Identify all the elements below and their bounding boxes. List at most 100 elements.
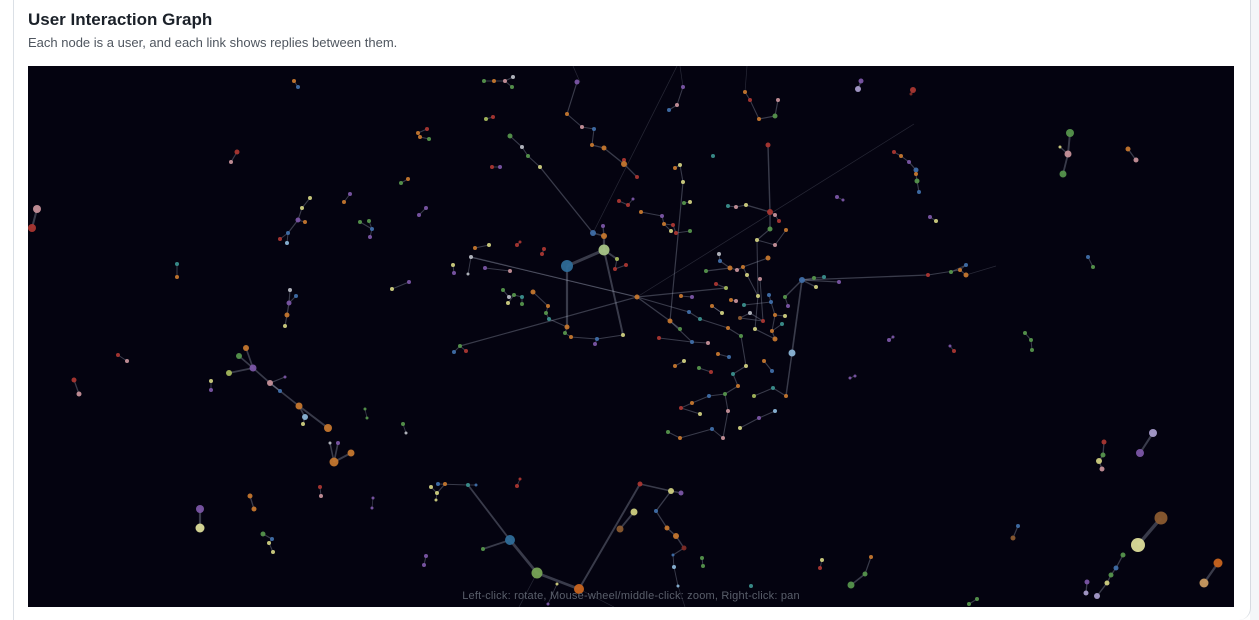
- graph-node[interactable]: [1101, 439, 1107, 445]
- graph-node[interactable]: [773, 409, 777, 413]
- graph-node[interactable]: [752, 394, 756, 398]
- graph-node[interactable]: [267, 541, 271, 545]
- graph-node[interactable]: [669, 229, 673, 233]
- graph-node[interactable]: [508, 269, 512, 273]
- graph-node[interactable]: [71, 377, 77, 383]
- graph-node[interactable]: [667, 318, 673, 324]
- graph-node[interactable]: [753, 327, 757, 331]
- graph-node[interactable]: [319, 494, 323, 498]
- graph-node[interactable]: [498, 165, 502, 169]
- graph-node[interactable]: [300, 206, 304, 210]
- graph-node[interactable]: [247, 493, 253, 499]
- graph-node[interactable]: [853, 374, 857, 378]
- graph-node[interactable]: [862, 571, 868, 577]
- graph-node[interactable]: [288, 288, 292, 292]
- graph-node[interactable]: [963, 272, 969, 278]
- graph-node[interactable]: [744, 364, 748, 368]
- graph-node[interactable]: [812, 276, 816, 280]
- graph-node[interactable]: [914, 178, 920, 184]
- graph-node[interactable]: [734, 299, 738, 303]
- graph-node[interactable]: [780, 322, 784, 326]
- graph-canvas[interactable]: [28, 66, 1234, 607]
- graph-node[interactable]: [1099, 466, 1105, 472]
- graph-node[interactable]: [267, 380, 273, 386]
- graph-node[interactable]: [720, 311, 724, 315]
- graph-node[interactable]: [626, 203, 630, 207]
- graph-node[interactable]: [424, 206, 428, 210]
- graph-node[interactable]: [464, 349, 468, 353]
- graph-node[interactable]: [765, 255, 771, 261]
- graph-node[interactable]: [664, 525, 670, 531]
- graph-node[interactable]: [892, 150, 896, 154]
- graph-node[interactable]: [767, 226, 773, 232]
- graph-node[interactable]: [492, 79, 496, 83]
- graph-node[interactable]: [435, 491, 439, 495]
- graph-node[interactable]: [358, 220, 362, 224]
- graph-node[interactable]: [404, 431, 408, 435]
- graph-node[interactable]: [687, 310, 691, 314]
- graph-node[interactable]: [371, 496, 375, 500]
- graph-node[interactable]: [451, 263, 455, 267]
- graph-node[interactable]: [907, 160, 911, 164]
- graph-node[interactable]: [891, 335, 895, 339]
- graph-node[interactable]: [302, 414, 308, 420]
- graph-node[interactable]: [678, 163, 682, 167]
- graph-node[interactable]: [565, 112, 569, 116]
- graph-node[interactable]: [466, 272, 470, 276]
- graph-node[interactable]: [328, 441, 332, 445]
- graph-node[interactable]: [701, 564, 705, 568]
- graph-node[interactable]: [762, 359, 766, 363]
- graph-node[interactable]: [538, 165, 542, 169]
- graph-node[interactable]: [767, 293, 771, 297]
- graph-node[interactable]: [738, 316, 742, 320]
- graph-node[interactable]: [887, 338, 891, 342]
- graph-node[interactable]: [515, 484, 519, 488]
- graph-node[interactable]: [682, 201, 686, 205]
- graph-node[interactable]: [301, 422, 305, 426]
- graph-node[interactable]: [667, 108, 671, 112]
- graph-node[interactable]: [928, 215, 932, 219]
- graph-node[interactable]: [1086, 255, 1090, 259]
- graph-node[interactable]: [574, 79, 580, 85]
- graph-node[interactable]: [1120, 552, 1126, 558]
- graph-node[interactable]: [704, 269, 708, 273]
- graph-node[interactable]: [303, 220, 307, 224]
- graph-node[interactable]: [292, 79, 296, 83]
- graph-node[interactable]: [630, 508, 638, 516]
- graph-node[interactable]: [518, 477, 522, 481]
- graph-node[interactable]: [681, 545, 687, 551]
- graph-node[interactable]: [416, 131, 420, 135]
- graph-node[interactable]: [617, 199, 621, 203]
- graph-node[interactable]: [788, 349, 796, 357]
- graph-node[interactable]: [452, 350, 456, 354]
- graph-node[interactable]: [347, 449, 355, 457]
- graph-node[interactable]: [285, 241, 289, 245]
- graph-node[interactable]: [744, 203, 748, 207]
- graph-node[interactable]: [484, 117, 488, 121]
- graph-node[interactable]: [756, 294, 760, 298]
- graph-node[interactable]: [681, 180, 685, 184]
- graph-node[interactable]: [424, 554, 428, 558]
- graph-node[interactable]: [742, 303, 746, 307]
- graph-node[interactable]: [520, 145, 524, 149]
- graph-node[interactable]: [195, 523, 205, 533]
- graph-node[interactable]: [621, 161, 627, 167]
- graph-node[interactable]: [709, 370, 713, 374]
- graph-node[interactable]: [799, 277, 805, 283]
- graph-node[interactable]: [33, 205, 41, 213]
- graph-node[interactable]: [243, 345, 249, 351]
- graph-node[interactable]: [370, 227, 374, 231]
- graph-node[interactable]: [515, 243, 519, 247]
- graph-node[interactable]: [949, 270, 953, 274]
- graph-node[interactable]: [1083, 590, 1089, 596]
- graph-node[interactable]: [654, 509, 658, 513]
- graph-node[interactable]: [530, 289, 536, 295]
- graph-node[interactable]: [507, 133, 513, 139]
- graph-node[interactable]: [714, 282, 718, 286]
- graph-node[interactable]: [295, 217, 301, 223]
- graph-node[interactable]: [526, 154, 530, 158]
- graph-node[interactable]: [909, 92, 913, 96]
- graph-node[interactable]: [616, 525, 624, 533]
- graph-node[interactable]: [429, 485, 433, 489]
- graph-node[interactable]: [662, 222, 666, 226]
